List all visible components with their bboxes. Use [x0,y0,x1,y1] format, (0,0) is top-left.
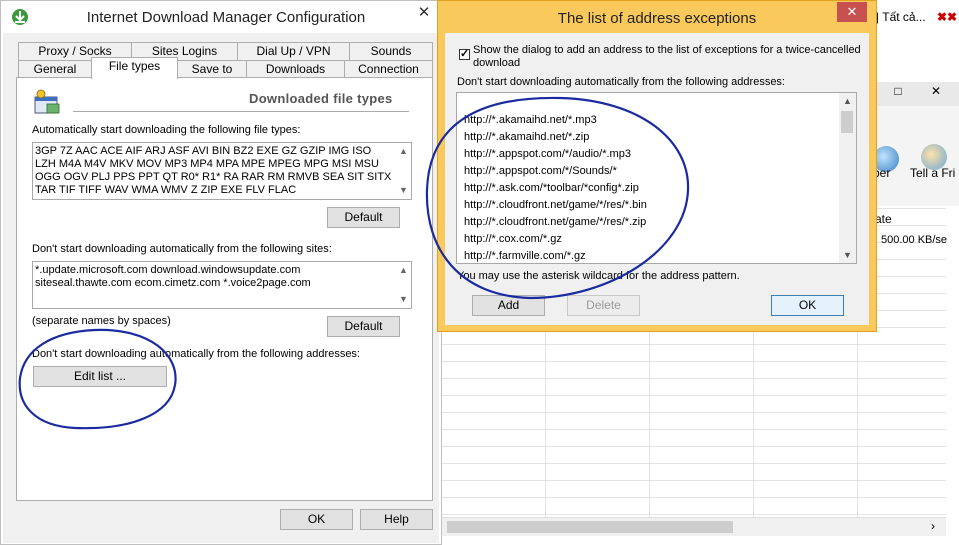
scroll-up-icon[interactable]: ▲ [843,96,852,106]
tab-connection[interactable]: Connection [344,60,433,78]
separate-names-note: (separate names by spaces) [32,315,171,327]
browser-tab-icon: ✖✖ [937,10,958,24]
tab-sounds[interactable]: Sounds [349,42,433,60]
tab-file-types[interactable]: File types [91,57,178,79]
toolbar-label-tell-friend[interactable]: Tell a Fri [910,166,955,180]
close-icon[interactable]: ✕ [411,3,437,23]
scroll-down-icon[interactable]: ▼ [843,250,852,260]
list-item[interactable]: http://*.appspot.com/*/audio/*.mp3 [464,148,631,160]
list-item[interactable]: http://*.akamaihd.net/*.zip [464,131,589,143]
show-dialog-checkbox[interactable] [459,47,470,60]
scrollbar-thumb[interactable] [841,111,853,133]
list-item[interactable]: http://*.farmville.com/*.gz [464,250,586,262]
file-types-label: Automatically start downloading the foll… [32,124,301,136]
scrollbar-thumb[interactable] [447,521,733,533]
wildcard-note: You may use the asterisk wildcard for th… [457,270,740,282]
sites-text: *.update.microsoft.com download.windowsu… [35,264,311,289]
exceptions-ok-button[interactable]: OK [771,295,844,316]
default-file-types-button[interactable]: Default [327,207,400,228]
section-header: Downloaded file types [249,91,393,106]
config-titlebar: Internet Download Manager Configuration … [1,1,441,33]
horizontal-scrollbar[interactable]: › [441,517,946,536]
tab-dial-up-vpn[interactable]: Dial Up / VPN [237,42,350,60]
tab-general[interactable]: General [18,60,92,78]
tab-downloads[interactable]: Downloads [246,60,345,78]
file-types-icon [34,89,60,114]
configuration-dialog: Internet Download Manager Configuration … [0,0,442,545]
address-list-scrollbar[interactable]: ▲ ▼ [839,93,856,263]
sites-textarea[interactable]: *.update.microsoft.com download.windowsu… [32,261,412,309]
addresses-label: Don't start downloading automatically fr… [32,348,360,360]
address-list-label: Don't start downloading automatically fr… [457,76,785,88]
checkbox-label-line2[interactable]: download [473,57,520,69]
help-button[interactable]: Help [360,509,433,530]
list-item[interactable]: http://*.cox.com/*.gz [464,233,562,245]
browser-tab-strip: | Tất cả... ✖✖ [870,0,959,32]
section-divider [73,111,409,112]
edit-list-button[interactable]: Edit list ... [33,366,167,387]
close-icon[interactable]: ✕ [837,2,867,22]
list-item[interactable]: http://*.appspot.com/*/Sounds/* [464,165,617,177]
close-button[interactable]: ✕ [921,84,951,102]
exceptions-title: The list of address exceptions [557,10,757,27]
file-types-textarea[interactable]: 3GP 7Z AAC ACE AIF ARJ ASF AVI BIN BZ2 E… [32,142,412,200]
list-item[interactable]: http://*.akamaihd.net/*.mp3 [464,114,597,126]
browser-tab-text[interactable]: | Tất cả... [876,10,926,24]
maximize-button[interactable]: □ [883,84,913,102]
list-item[interactable]: http://*.cloudfront.net/game/*/res/*.zip [464,216,646,228]
config-title: Internet Download Manager Configuration [86,9,366,26]
sites-scrollbar[interactable]: ▲ ▼ [397,262,411,308]
file-types-scrollbar[interactable]: ▲ ▼ [397,143,411,199]
rate-cell: 500.00 KB/se [881,234,948,246]
list-item[interactable]: http://*.ask.com/*toolbar/*config*.zip [464,182,639,194]
delete-address-button[interactable]: Delete [567,295,640,316]
scroll-right-icon[interactable]: › [931,519,935,533]
address-exceptions-list[interactable]: http://*.akamaihd.net/*.mp3 http://*.aka… [456,92,857,264]
add-address-button[interactable]: Add [472,295,545,316]
list-item[interactable]: http://*.cloudfront.net/game/*/res/*.bin [464,199,647,211]
tab-save-to[interactable]: Save to [177,60,247,78]
file-types-text: 3GP 7Z AAC ACE AIF ARJ ASF AVI BIN BZ2 E… [35,145,392,196]
default-sites-button[interactable]: Default [327,316,400,337]
ok-button[interactable]: OK [280,509,353,530]
checkbox-label-line1[interactable]: Show the dialog to add an address to the… [473,44,861,56]
sites-label: Don't start downloading automatically fr… [32,243,332,255]
